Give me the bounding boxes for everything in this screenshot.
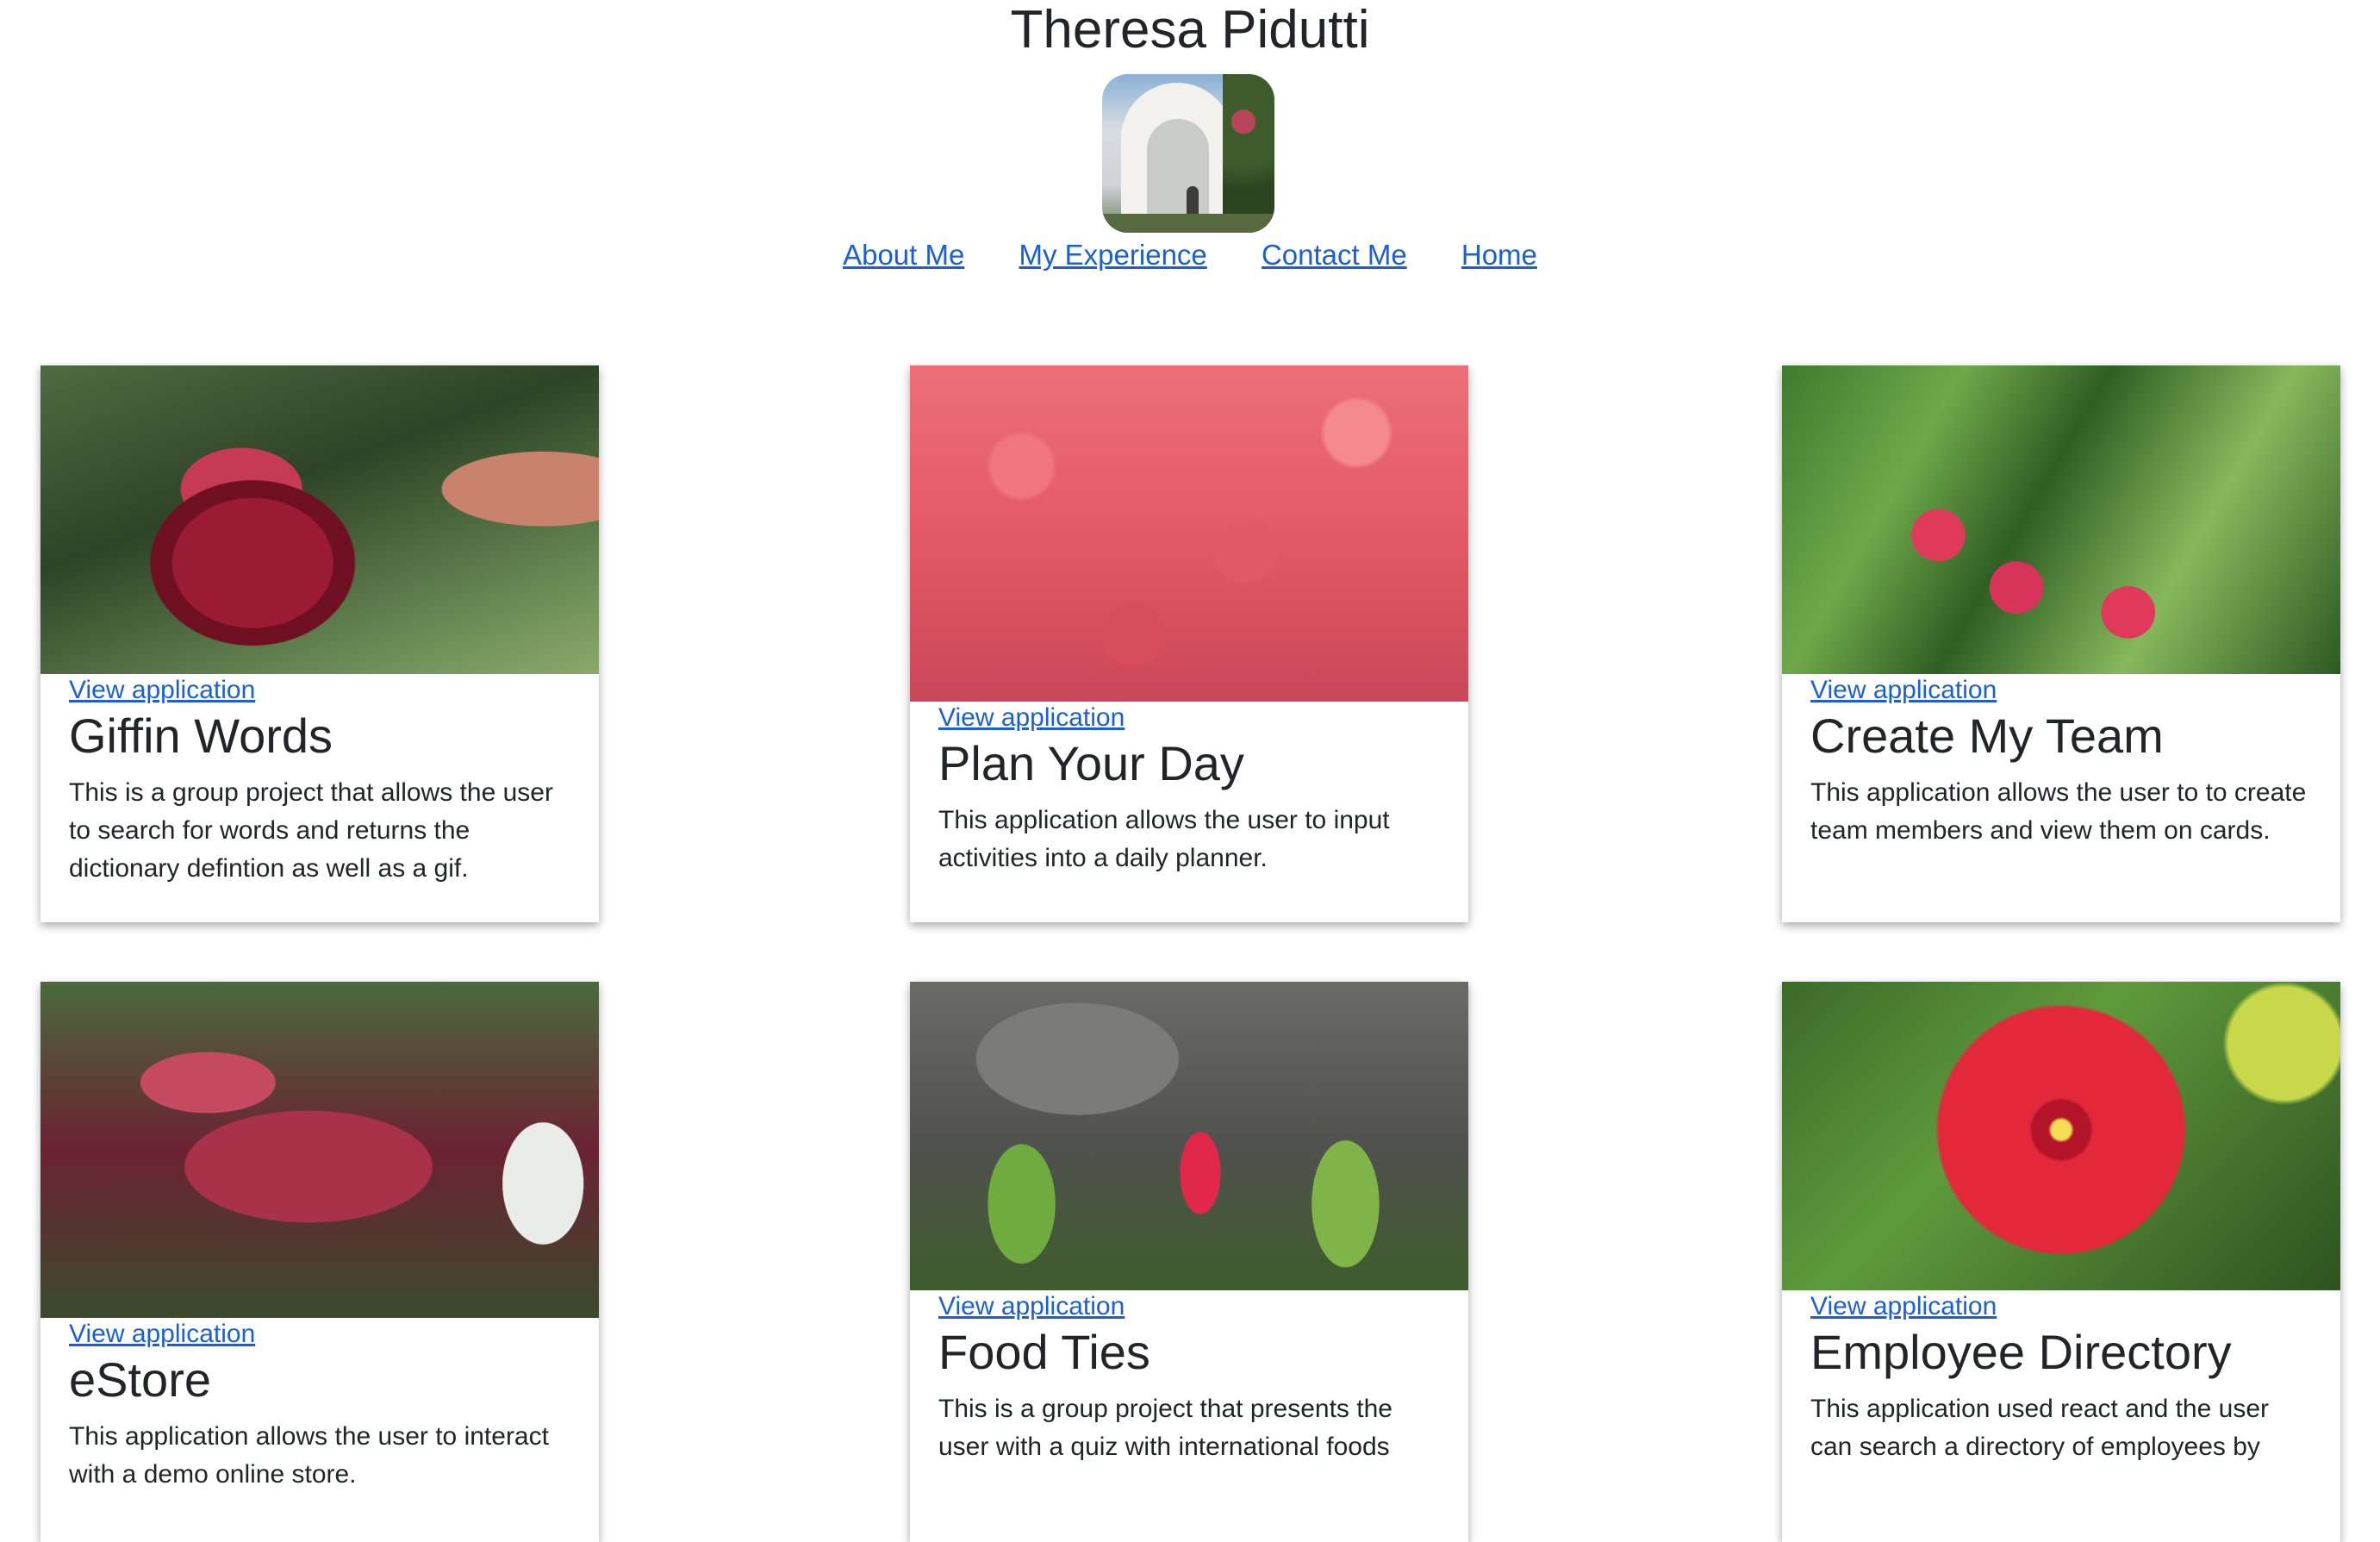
nav-link-about-me[interactable]: About Me — [843, 239, 964, 271]
nav-link-home[interactable]: Home — [1461, 239, 1537, 271]
view-application-link[interactable]: View application — [1810, 674, 2312, 707]
project-image — [40, 982, 599, 1318]
avatar — [1102, 74, 1274, 233]
view-application-link[interactable]: View application — [1810, 1290, 2312, 1323]
project-title: eStore — [69, 1352, 211, 1407]
avatar-ground-shape — [1102, 214, 1274, 233]
project-description: This is a group project that allows the … — [69, 778, 553, 883]
project-card-plan-your-day: View application Plan Your Day This appl… — [910, 365, 1468, 922]
project-image — [40, 365, 599, 674]
view-application-link[interactable]: View application — [938, 702, 1440, 734]
project-card-food-ties: View application Food Ties This is a gro… — [910, 982, 1468, 1542]
project-image — [1782, 982, 2340, 1290]
main-nav: About Me My Experience Contact Me Home — [0, 236, 2380, 274]
project-title: Create My Team — [1810, 709, 2164, 763]
project-image — [1782, 365, 2340, 674]
project-title: Food Ties — [938, 1325, 1150, 1379]
project-card-giffin-words: View application Giffin Words This is a … — [40, 365, 599, 922]
project-title: Giffin Words — [69, 709, 333, 763]
project-description: This is a group project that presents th… — [938, 1395, 1392, 1461]
nav-link-contact-me[interactable]: Contact Me — [1262, 239, 1407, 271]
view-application-link[interactable]: View application — [69, 674, 570, 707]
project-description: This application allows the user to to c… — [1810, 778, 2307, 845]
project-image — [910, 982, 1468, 1290]
project-card-create-my-team: View application Create My Team This app… — [1782, 365, 2340, 922]
avatar-bush-shape — [1223, 74, 1274, 233]
project-description: This application allows the user to inte… — [69, 1422, 549, 1489]
nav-link-my-experience[interactable]: My Experience — [1019, 239, 1207, 271]
project-description: This application allows the user to inpu… — [938, 806, 1390, 872]
project-title: Employee Directory — [1810, 1325, 2232, 1379]
avatar-arch-opening — [1147, 119, 1209, 229]
view-application-link[interactable]: View application — [69, 1318, 570, 1351]
view-application-link[interactable]: View application — [938, 1290, 1440, 1323]
project-description: This application used react and the user… — [1810, 1395, 2269, 1461]
project-card-employee-directory: View application Employee Directory This… — [1782, 982, 2340, 1542]
project-image — [910, 365, 1468, 702]
page-title: Theresa Pidutti — [1010, 0, 1370, 59]
project-card-estore: View application eStore This application… — [40, 982, 599, 1542]
project-title: Plan Your Day — [938, 736, 1244, 790]
